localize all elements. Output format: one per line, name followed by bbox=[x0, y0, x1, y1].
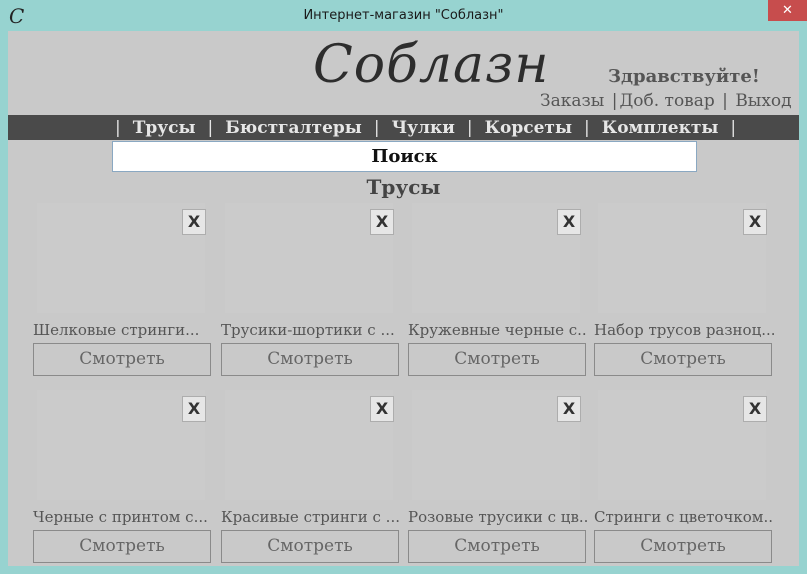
section-title: Трусы bbox=[366, 175, 441, 199]
title-bar: C Интернет-магазин "Соблазн" ✕ bbox=[0, 0, 807, 31]
search-input[interactable]: Поиск bbox=[112, 141, 697, 172]
product-image bbox=[412, 203, 580, 313]
nav-item-sets[interactable]: Комплекты bbox=[592, 118, 729, 138]
logout-link[interactable]: Выход bbox=[735, 91, 791, 111]
product-image bbox=[37, 203, 205, 313]
link-separator: | bbox=[611, 91, 618, 111]
nav-separator: | bbox=[373, 117, 380, 138]
nav-item-stockings[interactable]: Чулки bbox=[382, 118, 465, 138]
view-button[interactable]: Смотреть bbox=[33, 530, 211, 563]
nav-item-bras[interactable]: Бюстгалтеры bbox=[215, 118, 372, 138]
view-button[interactable]: Смотреть bbox=[408, 343, 586, 376]
product-name: Розовые трусики с цв... bbox=[408, 508, 588, 526]
product-image bbox=[225, 203, 393, 313]
product-image bbox=[225, 390, 393, 500]
product-name: Шелковые стринги... bbox=[33, 321, 200, 339]
nav-separator: | bbox=[115, 117, 121, 138]
product-image bbox=[598, 390, 766, 500]
view-button[interactable]: Смотреть bbox=[594, 530, 772, 563]
nav-item-corsets[interactable]: Корсеты bbox=[475, 118, 582, 138]
delete-button[interactable]: X bbox=[557, 396, 581, 422]
product-name: Красивые стринги с ... bbox=[221, 508, 400, 526]
nav-separator: | bbox=[207, 117, 214, 138]
delete-button[interactable]: X bbox=[557, 209, 581, 235]
product-name: Черные с принтом с... bbox=[33, 508, 208, 526]
delete-button[interactable]: X bbox=[182, 209, 206, 235]
greeting-text: Здравствуйте! bbox=[608, 66, 760, 87]
nav-separator: | bbox=[730, 117, 737, 138]
add-product-link[interactable]: Доб. товар bbox=[619, 91, 714, 111]
product-name: Трусики-шортики с ... bbox=[221, 321, 395, 339]
delete-button[interactable]: X bbox=[743, 209, 767, 235]
view-button[interactable]: Смотреть bbox=[408, 530, 586, 563]
close-button[interactable]: ✕ bbox=[768, 0, 807, 21]
main-window: Соблазн Здравствуйте! Заказы | Доб. товар… bbox=[8, 31, 799, 566]
product-name: Набор трусов разноц... bbox=[594, 321, 774, 339]
product-image bbox=[412, 390, 580, 500]
product-name: Кружевные черные с... bbox=[408, 321, 588, 339]
orders-link[interactable]: Заказы bbox=[540, 91, 604, 111]
nav-separator: | bbox=[584, 117, 590, 138]
product-name: Стринги с цветочком... bbox=[594, 508, 774, 526]
view-button[interactable]: Смотреть bbox=[33, 343, 211, 376]
nav-separator: | bbox=[466, 117, 473, 138]
view-button[interactable]: Смотреть bbox=[221, 343, 399, 376]
delete-button[interactable]: X bbox=[370, 396, 394, 422]
delete-button[interactable]: X bbox=[182, 396, 206, 422]
category-nav: | Трусы | Бюстгалтеры | Чулки | Корсеты … bbox=[8, 115, 799, 140]
delete-button[interactable]: X bbox=[743, 396, 767, 422]
nav-item-trusy[interactable]: Трусы bbox=[123, 118, 206, 138]
store-logo: Соблазн bbox=[313, 35, 550, 95]
delete-button[interactable]: X bbox=[370, 209, 394, 235]
link-separator: | bbox=[722, 91, 728, 111]
view-button[interactable]: Смотреть bbox=[221, 530, 399, 563]
product-image bbox=[598, 203, 766, 313]
window-title: Интернет-магазин "Соблазн" bbox=[303, 8, 504, 23]
product-image bbox=[37, 390, 205, 500]
view-button[interactable]: Смотреть bbox=[594, 343, 772, 376]
user-links: Заказы | Доб. товар | Выход bbox=[540, 91, 792, 111]
